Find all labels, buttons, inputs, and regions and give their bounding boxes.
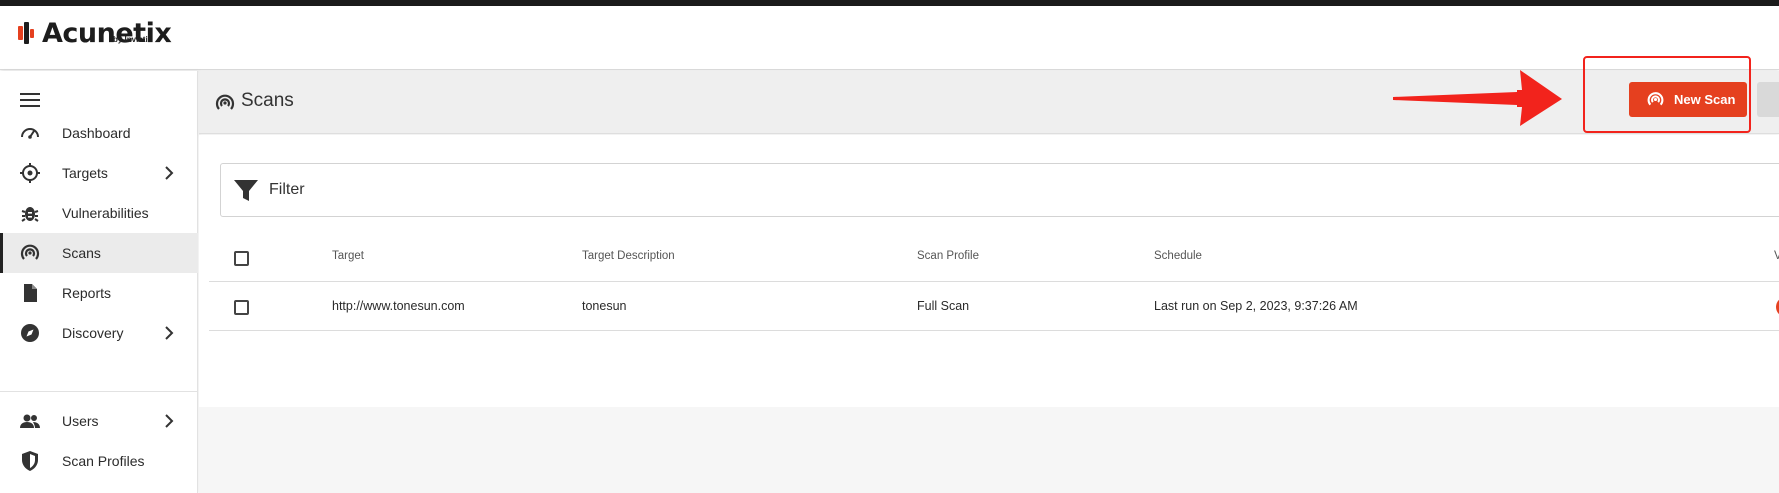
users-icon <box>19 410 41 432</box>
chevron-right-icon[interactable] <box>163 326 175 340</box>
shield-icon <box>19 450 41 472</box>
sidebar-item-label: Dashboard <box>62 125 131 141</box>
filter-label: Filter <box>269 181 305 198</box>
sidebar-item-users[interactable]: Users <box>0 401 198 441</box>
acunetix-logo[interactable]: Acunetix <box>17 18 172 49</box>
sidebar-divider <box>0 391 198 392</box>
top-bar: Acunetix by Invicti <box>0 6 1779 70</box>
sidebar-item-scan-profiles[interactable]: Scan Profiles <box>0 441 198 481</box>
scan-icon <box>214 92 236 114</box>
sidebar: Dashboard Targets Vulnerabilities Scans … <box>0 71 198 493</box>
logo-text: Acunetix <box>42 18 172 49</box>
column-header-target-description[interactable]: Target Description <box>582 250 675 262</box>
bug-icon <box>19 202 41 224</box>
table-row[interactable]: http://www.tonesun.com tonesun Full Scan… <box>209 283 1779 331</box>
sidebar-item-targets[interactable]: Targets <box>0 153 198 193</box>
column-header-scan-profile[interactable]: Scan Profile <box>917 250 979 262</box>
scan-icon <box>1646 90 1665 109</box>
sidebar-item-label: Scan Profiles <box>62 453 145 469</box>
scan-icon <box>19 242 41 264</box>
table-header-row: Target Target Description Scan Profile S… <box>209 234 1779 282</box>
logo-subtitle: by Invicti <box>113 35 148 44</box>
cell-scan-profile: Full Scan <box>917 299 970 313</box>
column-header-schedule[interactable]: Schedule <box>1154 250 1202 262</box>
sidebar-item-discovery[interactable]: Discovery <box>0 313 198 353</box>
new-scan-label: New Scan <box>1674 92 1736 107</box>
chevron-right-icon[interactable] <box>163 414 175 428</box>
sidebar-item-label: Users <box>62 413 99 429</box>
page-title: Scans <box>241 90 294 111</box>
annotation-arrow <box>1390 68 1570 128</box>
sidebar-item-label: Discovery <box>62 325 124 341</box>
sidebar-item-dashboard[interactable]: Dashboard <box>0 113 198 153</box>
cell-target[interactable]: http://www.tonesun.com <box>332 299 465 313</box>
sidebar-item-label: Targets <box>62 165 108 181</box>
filter-icon <box>233 178 259 204</box>
target-icon <box>19 162 41 184</box>
row-checkbox[interactable] <box>234 300 249 315</box>
acunetix-logo-icon <box>17 20 39 46</box>
new-scan-button[interactable]: New Scan <box>1629 82 1747 117</box>
filter-bar[interactable]: Filter <box>220 163 1779 217</box>
chevron-right-icon[interactable] <box>163 166 175 180</box>
sidebar-item-label: Vulnerabilities <box>62 205 149 221</box>
select-all-checkbox[interactable] <box>234 251 249 266</box>
sidebar-item-label: Scans <box>62 245 101 261</box>
compass-icon <box>19 322 41 344</box>
cell-schedule: Last run on Sep 2, 2023, 9:37:26 AM <box>1154 299 1358 313</box>
sidebar-item-reports[interactable]: Reports <box>0 273 198 313</box>
column-header-truncated[interactable]: V <box>1774 250 1779 262</box>
hamburger-menu-icon[interactable] <box>20 93 40 109</box>
column-header-target[interactable]: Target <box>332 250 364 262</box>
report-icon <box>19 282 41 304</box>
sidebar-item-scans[interactable]: Scans <box>0 233 198 273</box>
main-content-footer-area <box>199 407 1779 493</box>
sidebar-item-vulnerabilities[interactable]: Vulnerabilities <box>0 193 198 233</box>
cell-target-description: tonesun <box>582 299 627 313</box>
secondary-action-button[interactable] <box>1757 82 1779 117</box>
sidebar-item-label: Reports <box>62 285 112 301</box>
dashboard-icon <box>19 122 41 144</box>
